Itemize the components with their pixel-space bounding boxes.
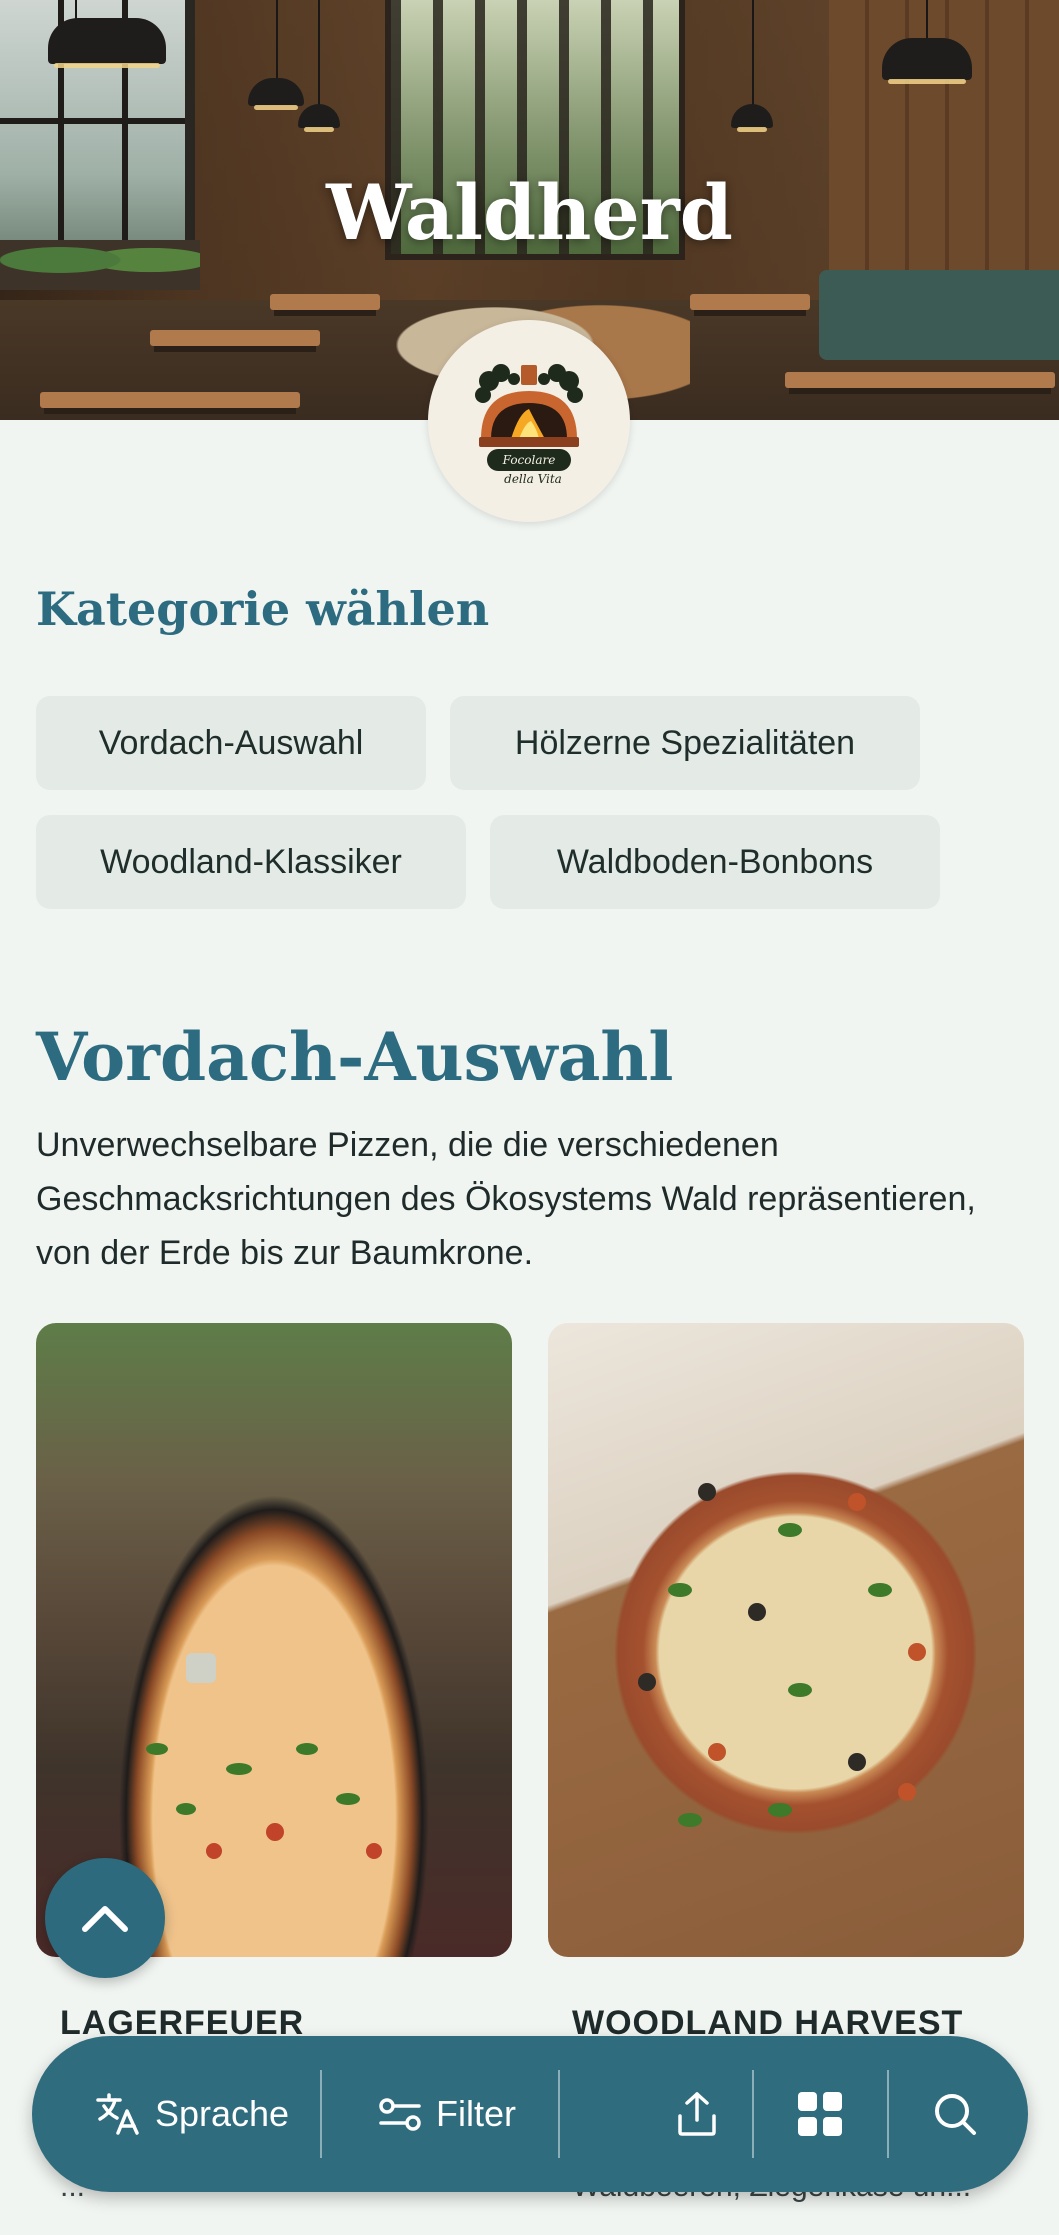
category-chip-vordach[interactable]: Vordach-Auswahl (36, 696, 426, 790)
translate-icon (96, 2093, 139, 2135)
bottom-toolbar: Sprache Filter (32, 2036, 1028, 2192)
filter-icon (379, 2098, 421, 2131)
chip-label: Waldboden-Bonbons (556, 842, 874, 881)
section-description: Unverwechselbare Pizzen, die die verschi… (36, 1126, 976, 1272)
chip-label: Vordach-Auswahl (98, 723, 364, 762)
svg-text:Focolare: Focolare (502, 453, 556, 467)
chip-label: Hölzerne Spezialitäten (514, 723, 856, 762)
restaurant-name: Waldherd (326, 168, 733, 257)
filter-button[interactable]: Filter (332, 2036, 562, 2192)
scroll-to-top-button[interactable] (45, 1858, 165, 1978)
svg-text:della Vita: della Vita (504, 472, 562, 486)
category-chip-woodland[interactable]: Woodland-Klassiker (36, 815, 466, 909)
grid-icon (798, 2092, 842, 2136)
section-title: Vordach-Auswahl (36, 1018, 674, 1096)
share-icon (678, 2092, 716, 2136)
chip-label: Woodland-Klassiker (100, 842, 402, 881)
chevron-up-icon (82, 1906, 128, 1932)
search-button[interactable] (890, 2036, 1020, 2192)
menu-page: Waldherd Focolare della Vita Kategorie w… (0, 0, 1059, 2235)
woodland-harvest-pizza-photo[interactable] (548, 1323, 1024, 1957)
language-button[interactable]: Sprache (62, 2036, 322, 2192)
grid-view-button[interactable] (752, 2036, 888, 2192)
category-heading: Kategorie wählen (36, 582, 490, 636)
category-chip-waldboden[interactable]: Waldboden-Bonbons (490, 815, 940, 909)
oven-tree-logo-icon: Focolare della Vita (475, 364, 583, 486)
restaurant-logo: Focolare della Vita (428, 320, 630, 522)
share-button[interactable] (632, 2036, 762, 2192)
category-chip-hoelzerne[interactable]: Hölzerne Spezialitäten (450, 696, 920, 790)
search-icon (935, 2094, 976, 2135)
